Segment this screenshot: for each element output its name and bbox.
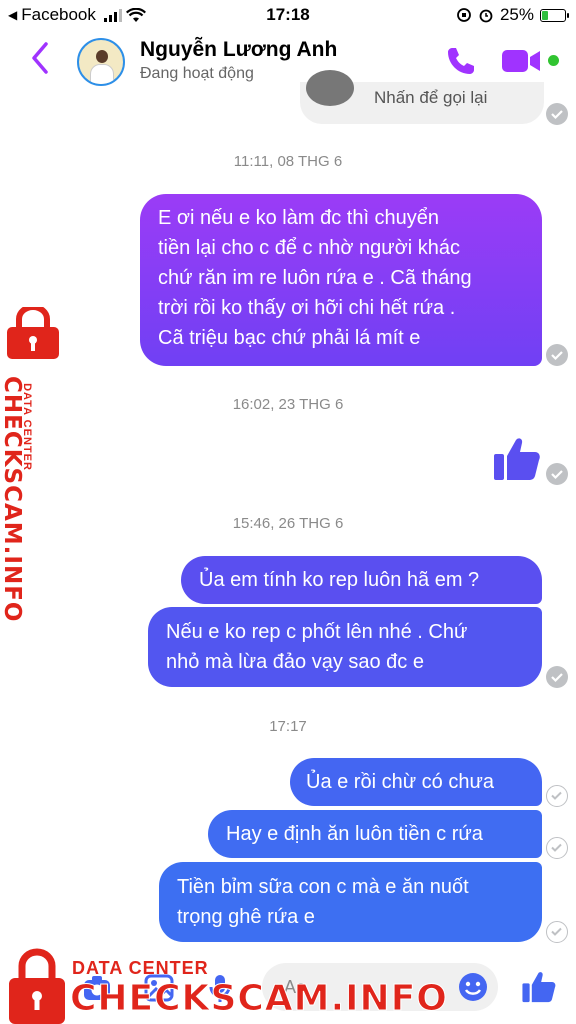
message-bubble[interactable]: Nếu e ko rep c phốt lên nhé . Chứ nhỏ mà…	[148, 607, 542, 687]
battery-icon	[540, 8, 569, 22]
seen-check-icon	[546, 103, 568, 125]
timestamp: 15:46, 26 THG 6	[232, 515, 344, 532]
seen-check-icon	[546, 463, 568, 485]
watermark-vertical: DATA CENTER CHECKSCAM.INFO	[0, 305, 62, 623]
sent-check-icon	[546, 785, 568, 807]
sent-check-icon	[546, 837, 568, 859]
message-line: nhỏ mà lừa đảo vạy sao đc e	[166, 651, 424, 673]
phone-circle-icon	[306, 70, 354, 106]
video-camera-icon[interactable]	[500, 46, 542, 76]
message-line: trọng ghê rứa e	[177, 906, 315, 928]
timestamp: 11:11, 08 THG 6	[233, 153, 343, 170]
phone-icon[interactable]	[444, 44, 478, 78]
status-right: 25%	[456, 5, 569, 25]
message-bubble[interactable]: Ủa em tính ko rep luôn hã em ?	[181, 556, 542, 604]
message-line: Ủa em tính ko rep luôn hã em ?	[199, 569, 480, 591]
message-line: Cã triệu bạc chứ phải lá mít e	[158, 327, 421, 349]
contact-status: Đang hoạt động	[140, 65, 254, 82]
back-chevron-icon[interactable]	[26, 40, 56, 76]
message-line: trời rồi ko thấy ơi hỡi chi hết rứa .	[158, 297, 456, 319]
avatar[interactable]	[77, 38, 125, 86]
orientation-lock-icon	[457, 8, 471, 22]
status-bar: ◀ Facebook 17:18 25%	[0, 0, 576, 30]
emoji-icon[interactable]	[458, 972, 488, 1002]
message-line: tiền lại cho c để c nhờ người khác	[158, 237, 461, 259]
message-line: Tiền bỉm sữa con c mà e ăn nuốt	[177, 876, 469, 898]
watermark-lock-icon	[7, 307, 59, 359]
alarm-icon	[479, 9, 493, 23]
call-card-text: Nhấn để gọi lại	[374, 88, 488, 107]
message-line: chứ răn im re luôn rứa e . Cã tháng	[158, 267, 472, 289]
watermark-big-text: CHECKSCAM.INFO	[70, 978, 448, 1020]
seen-check-icon	[546, 344, 568, 366]
message-line: Hay e định ăn luôn tiền c rứa	[226, 823, 483, 845]
message-bubble[interactable]: Ủa e rồi chừ có chưa	[290, 758, 542, 806]
contact-name[interactable]: Nguyễn Lương Anh	[140, 38, 337, 62]
watermark-lock-icon	[9, 948, 65, 1024]
message-line: Ủa e rồi chừ có chưa	[306, 771, 494, 793]
sent-check-icon	[546, 921, 568, 943]
timestamp: 16:02, 23 THG 6	[232, 396, 344, 413]
active-dot	[548, 55, 559, 66]
thumbs-up-icon[interactable]	[521, 969, 557, 1005]
call-card[interactable]: Nhấn để gọi lại	[300, 70, 544, 124]
message-line: E ơi nếu e ko làm đc thì chuyển	[158, 207, 440, 229]
timestamp: 17:17	[269, 718, 307, 735]
message-bubble[interactable]: E ơi nếu e ko làm đc thì chuyển tiền lại…	[140, 194, 542, 366]
seen-check-icon	[546, 666, 568, 688]
watermark-small-text: DATA CENTER	[72, 958, 209, 978]
message-bubble[interactable]: Tiền bỉm sữa con c mà e ăn nuốt trọng gh…	[159, 862, 542, 942]
watermark-big-text: CHECKSCAM.INFO	[0, 376, 25, 623]
message-line: Nếu e ko rep c phốt lên nhé . Chứ	[166, 621, 468, 643]
thumbs-up-icon[interactable]	[492, 434, 542, 484]
message-bubble[interactable]: Hay e định ăn luôn tiền c rứa	[208, 810, 542, 858]
battery-percent: 25%	[499, 5, 534, 24]
